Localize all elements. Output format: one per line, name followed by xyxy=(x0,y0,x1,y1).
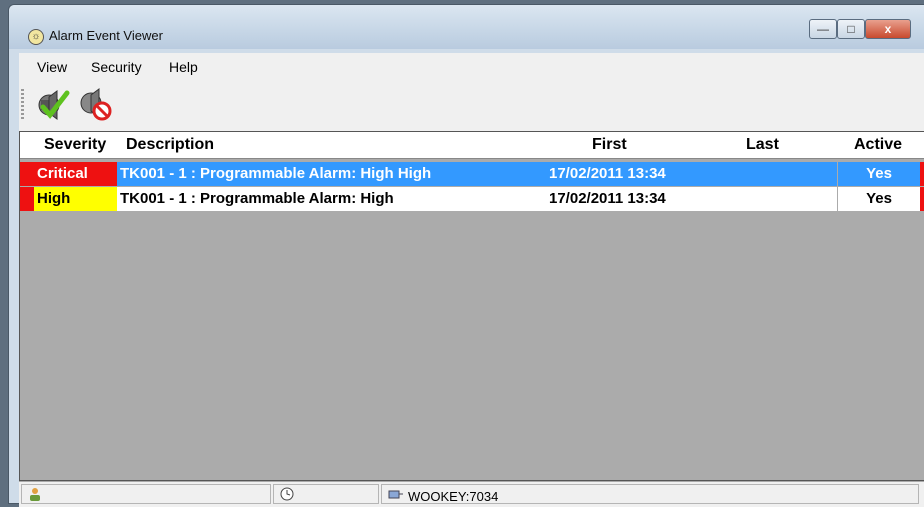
row-end-marker xyxy=(920,162,924,186)
server-icon xyxy=(388,490,403,499)
row-end-marker xyxy=(920,187,924,211)
status-user-panel xyxy=(21,484,271,504)
first-cell: 17/02/2011 13:34 xyxy=(546,162,699,186)
grid-header: Severity Description First Last Active xyxy=(20,132,924,159)
toolbar-grip[interactable] xyxy=(21,89,24,119)
minimize-button[interactable]: — xyxy=(809,19,837,39)
acknowledge-sound-icon[interactable] xyxy=(35,85,73,123)
maximize-button[interactable]: □ xyxy=(837,19,865,39)
severity-marker xyxy=(20,162,34,186)
client-area: View Security Help Severity Description … xyxy=(19,53,924,507)
active-cell: Yes xyxy=(838,187,920,211)
last-cell xyxy=(697,162,837,186)
clock-icon xyxy=(280,487,294,501)
mute-sound-icon[interactable] xyxy=(77,85,115,123)
app-icon: ☼ xyxy=(28,29,44,45)
app-window: ☼ Alarm Event Viewer — □ x View Security… xyxy=(8,4,924,507)
user-icon xyxy=(30,488,40,501)
server-label: WOOKEY:7034 xyxy=(408,489,499,504)
table-row[interactable]: High TK001 - 1 : Programmable Alarm: Hig… xyxy=(20,187,924,211)
table-row[interactable]: Critical TK001 - 1 : Programmable Alarm:… xyxy=(20,162,924,186)
toolbar xyxy=(19,81,924,131)
title-bar[interactable]: ☼ Alarm Event Viewer — □ x xyxy=(9,5,924,49)
last-cell xyxy=(697,187,837,211)
menu-help[interactable]: Help xyxy=(169,59,198,75)
column-severity[interactable]: Severity xyxy=(44,136,106,154)
close-button[interactable]: x xyxy=(865,19,911,39)
status-server-panel: WOOKEY:7034 xyxy=(381,484,919,504)
menu-view[interactable]: View xyxy=(37,59,67,75)
severity-cell: High xyxy=(34,187,117,211)
alarm-grid[interactable]: Severity Description First Last Active C… xyxy=(19,131,924,481)
status-clock-panel xyxy=(273,484,379,504)
menu-security[interactable]: Security xyxy=(91,59,142,75)
first-cell: 17/02/2011 13:34 xyxy=(546,187,699,211)
column-description[interactable]: Description xyxy=(126,136,214,154)
active-cell: Yes xyxy=(838,162,920,186)
column-active[interactable]: Active xyxy=(854,136,902,154)
description-cell: TK001 - 1 : Programmable Alarm: High xyxy=(117,187,549,211)
status-bar: WOOKEY:7034 xyxy=(19,481,924,507)
column-first[interactable]: First xyxy=(592,136,627,154)
column-last[interactable]: Last xyxy=(746,136,779,154)
description-cell: TK001 - 1 : Programmable Alarm: High Hig… xyxy=(117,162,549,186)
severity-cell: Critical xyxy=(34,162,117,186)
severity-marker xyxy=(20,187,34,211)
menu-bar: View Security Help xyxy=(19,53,924,81)
window-title: Alarm Event Viewer xyxy=(49,28,163,43)
